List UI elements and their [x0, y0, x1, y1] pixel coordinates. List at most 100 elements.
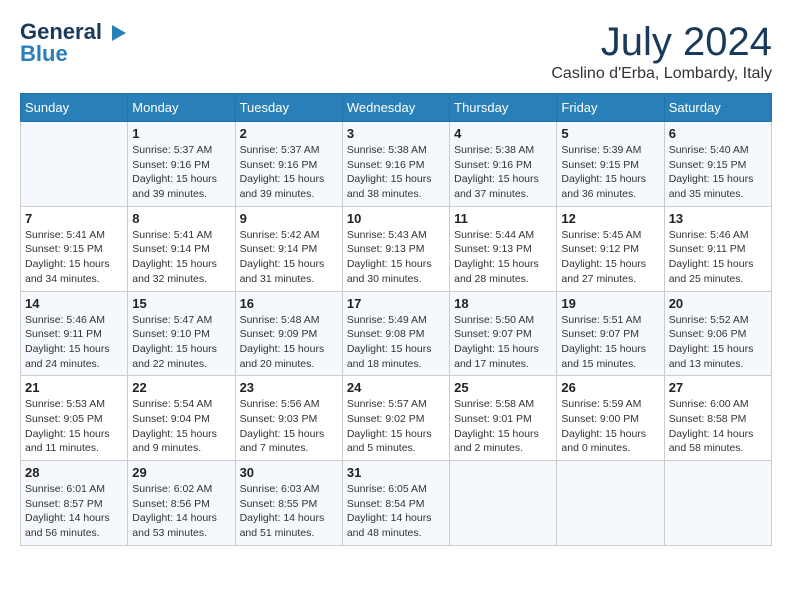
col-monday: Monday [128, 94, 235, 122]
calendar-cell: 21 Sunrise: 5:53 AMSunset: 9:05 PMDayligh… [21, 376, 128, 461]
calendar-cell [21, 122, 128, 207]
calendar-cell: 3 Sunrise: 5:38 AMSunset: 9:16 PMDaylight… [342, 122, 449, 207]
day-info: Sunrise: 5:57 AMSunset: 9:02 PMDaylight:… [347, 397, 445, 456]
calendar-cell: 6 Sunrise: 5:40 AMSunset: 9:15 PMDaylight… [664, 122, 771, 207]
calendar-cell: 28 Sunrise: 6:01 AMSunset: 8:57 PMDayligh… [21, 461, 128, 546]
week-row-5: 28 Sunrise: 6:01 AMSunset: 8:57 PMDayligh… [21, 461, 772, 546]
day-info: Sunrise: 5:53 AMSunset: 9:05 PMDaylight:… [25, 397, 123, 456]
day-number: 26 [561, 380, 659, 395]
calendar-cell: 29Sunrise: 6:02 AMSunset: 8:56 PMDayligh… [128, 461, 235, 546]
month-title: July 2024 [551, 20, 772, 65]
week-row-1: 1 Sunrise: 5:37 AMSunset: 9:16 PMDaylight… [21, 122, 772, 207]
day-info: Sunrise: 5:46 AMSunset: 9:11 PMDaylight:… [25, 313, 123, 372]
day-info: Sunrise: 5:51 AMSunset: 9:07 PMDaylight:… [561, 313, 659, 372]
day-number: 23 [240, 380, 338, 395]
day-info: Sunrise: 6:05 AMSunset: 8:54 PMDaylight:… [347, 482, 445, 541]
day-number: 16 [240, 296, 338, 311]
day-number: 5 [561, 126, 659, 141]
calendar-cell: 1 Sunrise: 5:37 AMSunset: 9:16 PMDaylight… [128, 122, 235, 207]
day-info: Sunrise: 6:01 AMSunset: 8:57 PMDaylight:… [25, 482, 123, 541]
day-info: Sunrise: 5:56 AMSunset: 9:03 PMDaylight:… [240, 397, 338, 456]
day-number: 10 [347, 211, 445, 226]
calendar-cell: 17Sunrise: 5:49 AMSunset: 9:08 PMDayligh… [342, 291, 449, 376]
day-number: 7 [25, 211, 123, 226]
day-number: 28 [25, 465, 123, 480]
day-info: Sunrise: 5:49 AMSunset: 9:08 PMDaylight:… [347, 313, 445, 372]
col-saturday: Saturday [664, 94, 771, 122]
day-number: 14 [25, 296, 123, 311]
calendar-cell: 22Sunrise: 5:54 AMSunset: 9:04 PMDayligh… [128, 376, 235, 461]
day-number: 12 [561, 211, 659, 226]
col-friday: Friday [557, 94, 664, 122]
day-info: Sunrise: 5:41 AMSunset: 9:14 PMDaylight:… [132, 228, 230, 287]
day-info: Sunrise: 5:40 AMSunset: 9:15 PMDaylight:… [669, 143, 767, 202]
week-row-2: 7 Sunrise: 5:41 AMSunset: 9:15 PMDaylight… [21, 206, 772, 291]
day-number: 25 [454, 380, 552, 395]
day-info: Sunrise: 6:03 AMSunset: 8:55 PMDaylight:… [240, 482, 338, 541]
day-info: Sunrise: 5:37 AMSunset: 9:16 PMDaylight:… [240, 143, 338, 202]
day-info: Sunrise: 5:47 AMSunset: 9:10 PMDaylight:… [132, 313, 230, 372]
day-info: Sunrise: 5:38 AMSunset: 9:16 PMDaylight:… [454, 143, 552, 202]
day-number: 24 [347, 380, 445, 395]
calendar-cell: 13 Sunrise: 5:46 AMSunset: 9:11 PMDayligh… [664, 206, 771, 291]
calendar-cell: 30 Sunrise: 6:03 AMSunset: 8:55 PMDayligh… [235, 461, 342, 546]
day-info: Sunrise: 6:00 AMSunset: 8:58 PMDaylight:… [669, 397, 767, 456]
day-info: Sunrise: 5:46 AMSunset: 9:11 PMDaylight:… [669, 228, 767, 287]
week-row-3: 14 Sunrise: 5:46 AMSunset: 9:11 PMDayligh… [21, 291, 772, 376]
day-info: Sunrise: 5:50 AMSunset: 9:07 PMDaylight:… [454, 313, 552, 372]
calendar-cell: 31Sunrise: 6:05 AMSunset: 8:54 PMDayligh… [342, 461, 449, 546]
location: Caslino d'Erba, Lombardy, Italy [551, 65, 772, 83]
day-number: 2 [240, 126, 338, 141]
calendar-cell: 8Sunrise: 5:41 AMSunset: 9:14 PMDaylight… [128, 206, 235, 291]
calendar-cell: 26 Sunrise: 5:59 AMSunset: 9:00 PMDayligh… [557, 376, 664, 461]
day-info: Sunrise: 5:38 AMSunset: 9:16 PMDaylight:… [347, 143, 445, 202]
calendar-cell: 20Sunrise: 5:52 AMSunset: 9:06 PMDayligh… [664, 291, 771, 376]
day-info: Sunrise: 5:52 AMSunset: 9:06 PMDaylight:… [669, 313, 767, 372]
day-number: 27 [669, 380, 767, 395]
calendar-cell: 23 Sunrise: 5:56 AMSunset: 9:03 PMDayligh… [235, 376, 342, 461]
day-number: 21 [25, 380, 123, 395]
calendar-cell: 4 Sunrise: 5:38 AMSunset: 9:16 PMDaylight… [450, 122, 557, 207]
day-number: 3 [347, 126, 445, 141]
calendar-cell: 27 Sunrise: 6:00 AMSunset: 8:58 PMDayligh… [664, 376, 771, 461]
title-block: July 2024 Caslino d'Erba, Lombardy, Ital… [551, 20, 772, 83]
calendar-table: Sunday Monday Tuesday Wednesday Thursday… [20, 93, 772, 546]
day-number: 4 [454, 126, 552, 141]
calendar-cell: 2 Sunrise: 5:37 AMSunset: 9:16 PMDaylight… [235, 122, 342, 207]
day-info: Sunrise: 5:48 AMSunset: 9:09 PMDaylight:… [240, 313, 338, 372]
col-thursday: Thursday [450, 94, 557, 122]
calendar-cell: 18 Sunrise: 5:50 AMSunset: 9:07 PMDayligh… [450, 291, 557, 376]
calendar-cell: 7 Sunrise: 5:41 AMSunset: 9:15 PMDaylight… [21, 206, 128, 291]
day-info: Sunrise: 5:41 AMSunset: 9:15 PMDaylight:… [25, 228, 123, 287]
calendar-cell [557, 461, 664, 546]
day-info: Sunrise: 6:02 AMSunset: 8:56 PMDaylight:… [132, 482, 230, 541]
calendar-cell: 15 Sunrise: 5:47 AMSunset: 9:10 PMDayligh… [128, 291, 235, 376]
calendar-cell: 16 Sunrise: 5:48 AMSunset: 9:09 PMDayligh… [235, 291, 342, 376]
calendar-cell: 10 Sunrise: 5:43 AMSunset: 9:13 PMDayligh… [342, 206, 449, 291]
day-number: 18 [454, 296, 552, 311]
day-number: 1 [132, 126, 230, 141]
page-header: General Blue July 2024 Caslino d'Erba, L… [20, 20, 772, 83]
calendar-cell: 19Sunrise: 5:51 AMSunset: 9:07 PMDayligh… [557, 291, 664, 376]
col-tuesday: Tuesday [235, 94, 342, 122]
day-number: 15 [132, 296, 230, 311]
day-info: Sunrise: 5:39 AMSunset: 9:15 PMDaylight:… [561, 143, 659, 202]
calendar-cell: 25 Sunrise: 5:58 AMSunset: 9:01 PMDayligh… [450, 376, 557, 461]
day-info: Sunrise: 5:43 AMSunset: 9:13 PMDaylight:… [347, 228, 445, 287]
day-number: 6 [669, 126, 767, 141]
calendar-cell [664, 461, 771, 546]
calendar-cell: 14 Sunrise: 5:46 AMSunset: 9:11 PMDayligh… [21, 291, 128, 376]
calendar-cell [450, 461, 557, 546]
day-number: 13 [669, 211, 767, 226]
day-number: 30 [240, 465, 338, 480]
day-info: Sunrise: 5:44 AMSunset: 9:13 PMDaylight:… [454, 228, 552, 287]
logo: General Blue [20, 20, 130, 67]
calendar-cell: 11 Sunrise: 5:44 AMSunset: 9:13 PMDayligh… [450, 206, 557, 291]
day-info: Sunrise: 5:37 AMSunset: 9:16 PMDaylight:… [132, 143, 230, 202]
day-info: Sunrise: 5:58 AMSunset: 9:01 PMDaylight:… [454, 397, 552, 456]
day-info: Sunrise: 5:59 AMSunset: 9:00 PMDaylight:… [561, 397, 659, 456]
day-number: 11 [454, 211, 552, 226]
calendar-header-row: Sunday Monday Tuesday Wednesday Thursday… [21, 94, 772, 122]
day-info: Sunrise: 5:45 AMSunset: 9:12 PMDaylight:… [561, 228, 659, 287]
col-sunday: Sunday [21, 94, 128, 122]
